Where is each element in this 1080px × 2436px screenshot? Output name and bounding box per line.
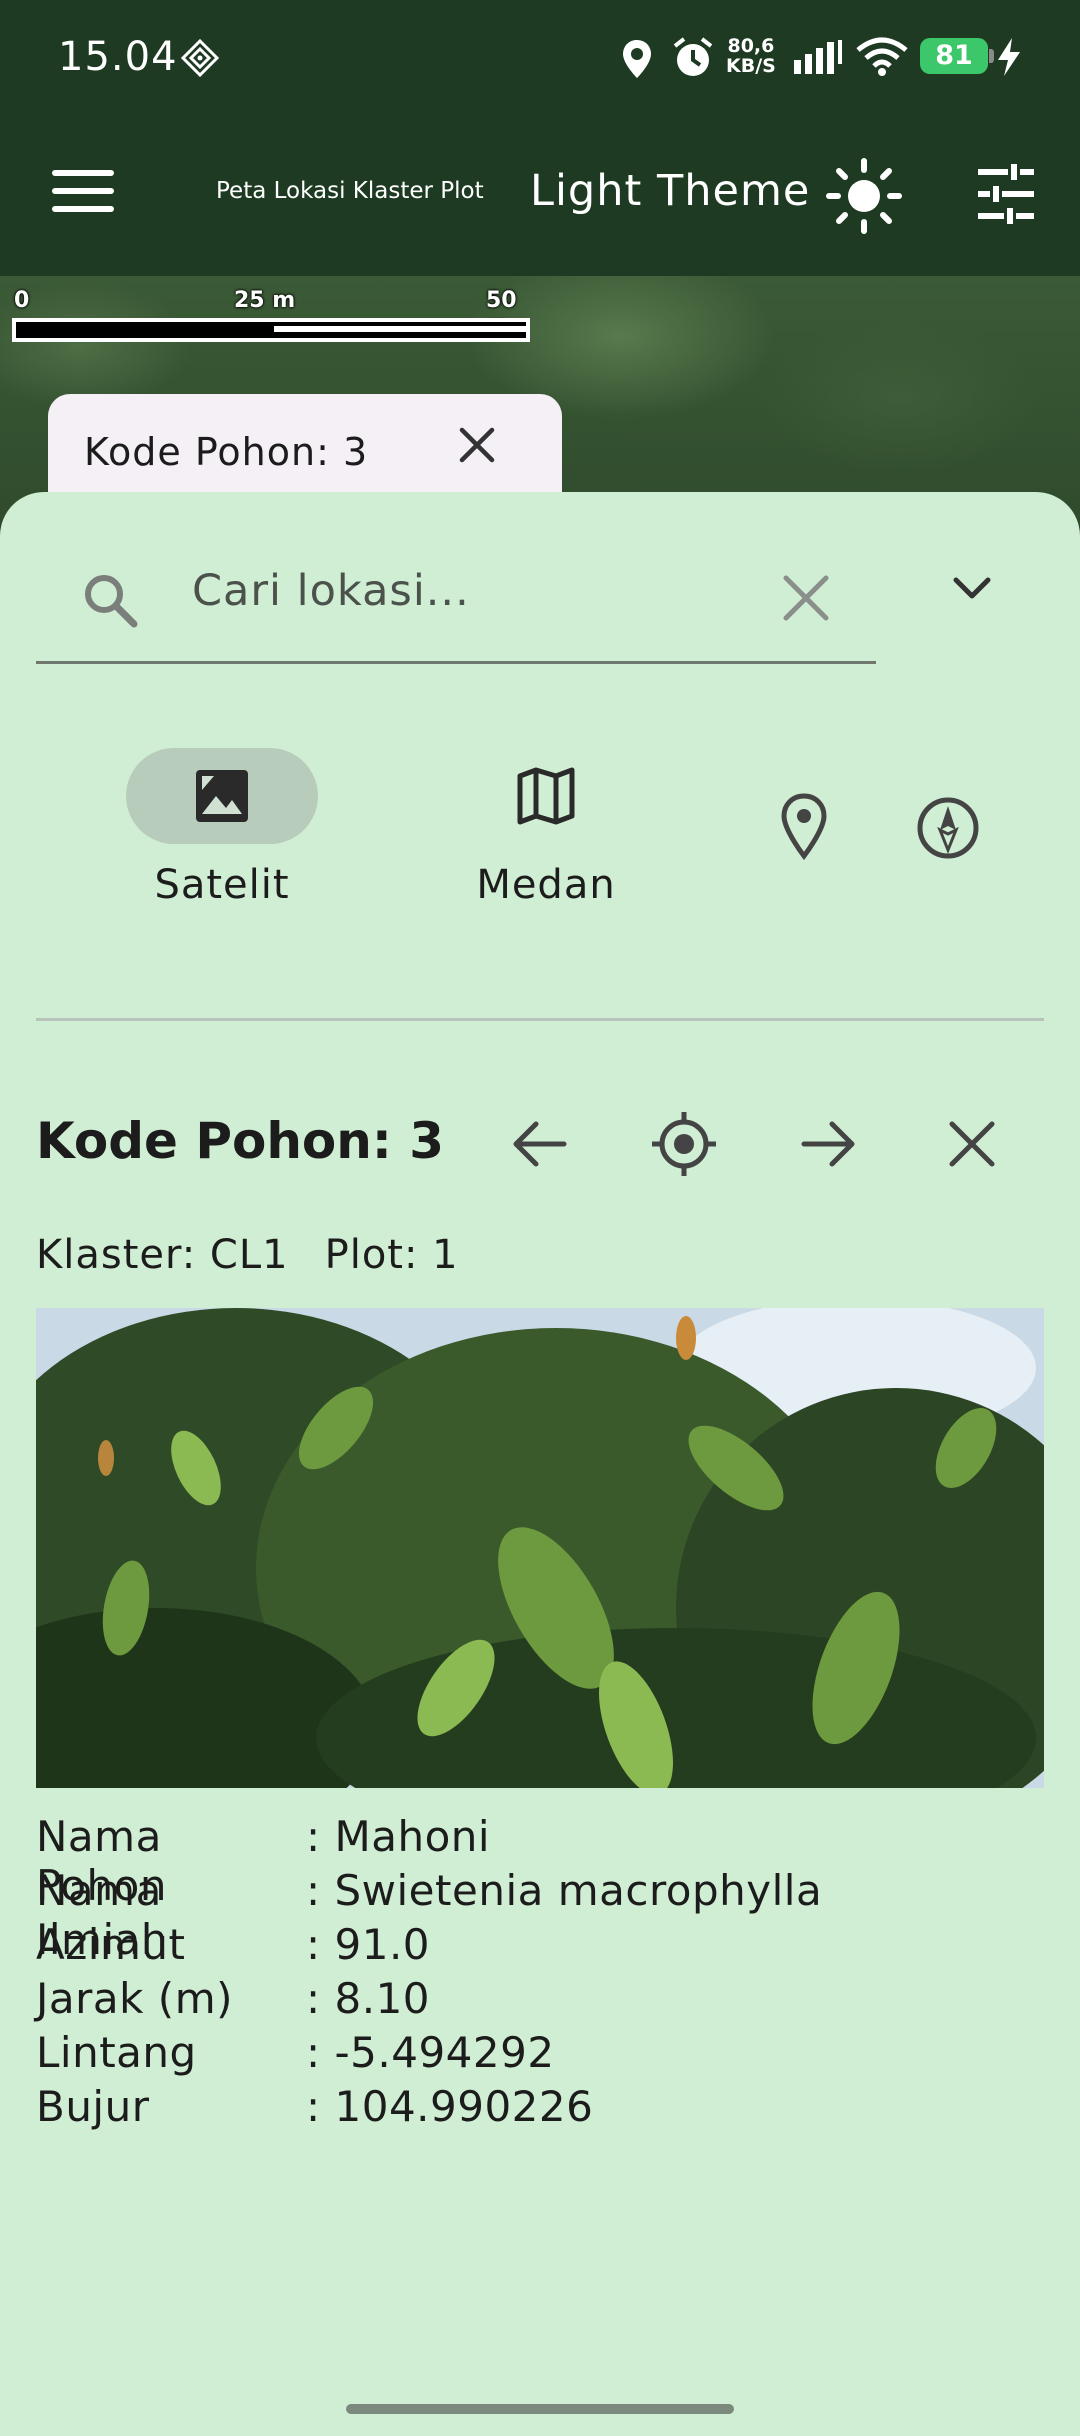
info-key: Nama Ilmiah	[36, 1866, 168, 1964]
cluster-plot-info: Klaster: CL1 Plot: 1	[36, 1232, 495, 1278]
info-key: Nama Pohon	[36, 1812, 167, 1910]
info-key: Lintang	[36, 2028, 197, 2077]
info-key: Jarak (m)	[36, 1974, 233, 2023]
info-value: : Mahoni	[306, 1812, 491, 1861]
status-time: 15.04	[58, 34, 178, 80]
info-value: : -5.494292	[306, 2028, 555, 2077]
net-speed-value: 80,6	[727, 35, 775, 57]
compass-icon[interactable]	[912, 792, 984, 864]
arrow-left-icon[interactable]	[506, 1110, 574, 1178]
info-value: : Swietenia macrophylla	[306, 1866, 823, 1915]
scale-label-25: 25 m	[234, 288, 296, 313]
maptype-medan-button[interactable]: Medan	[446, 748, 646, 908]
info-row-nama-ilmiah: Nama Ilmiah : Swietenia macrophylla	[36, 1866, 823, 1964]
clear-search-icon[interactable]	[776, 568, 836, 628]
scale-label-0: 0	[14, 288, 30, 313]
net-speed-unit: KB/S	[726, 55, 776, 77]
net-speed: 80,6 KB/S	[726, 36, 776, 76]
info-key: Azimut	[36, 1920, 186, 1969]
search-icon	[85, 575, 138, 628]
tree-detail-title: Kode Pohon: 3	[36, 1112, 445, 1170]
tune-icon[interactable]	[974, 162, 1038, 226]
tree-info-list: Nama Pohon : Mahoni Nama Ilmiah : Swieteni…	[36, 1812, 822, 2136]
maptype-pill-medan[interactable]	[450, 748, 642, 844]
close-icon[interactable]	[938, 1110, 1006, 1178]
search-bar	[36, 528, 876, 664]
pin-icon[interactable]	[770, 792, 838, 860]
chevron-down-icon[interactable]	[944, 560, 1000, 616]
info-row-bujur: Bujur : 104.990226	[36, 2082, 822, 2136]
cluster-label: Klaster: CL1	[36, 1232, 289, 1278]
alarm-icon	[673, 37, 713, 76]
theme-label[interactable]: Light Theme	[530, 166, 810, 216]
maptype-satelit-button[interactable]: Satelit	[122, 748, 322, 908]
info-value: : 91.0	[306, 1920, 431, 1969]
location-icon	[623, 40, 651, 78]
app-header: 15.04 80,6 KB/S 81 Peta Lokasi Klaster P…	[0, 0, 1080, 276]
maptype-label-medan: Medan	[476, 862, 616, 908]
sun-icon[interactable]	[826, 158, 902, 234]
battery-indicator: 81	[920, 38, 994, 74]
info-key: Bujur	[36, 2082, 150, 2131]
tree-photo	[36, 1308, 1044, 1788]
gps-icon[interactable]	[650, 1110, 718, 1178]
info-row-jarak: Jarak (m) : 8.10	[36, 1974, 822, 2028]
arrow-right-icon[interactable]	[794, 1110, 862, 1178]
info-value: : 104.990226	[306, 2082, 594, 2131]
info-row-lintang: Lintang : -5.494292	[36, 2028, 822, 2082]
scale-bar	[12, 318, 530, 342]
home-indicator[interactable]	[346, 2404, 734, 2414]
plot-label: Plot: 1	[324, 1232, 459, 1278]
tree-marker-chip[interactable]: Kode Pohon: 3	[48, 394, 562, 504]
app-title: Peta Lokasi Klaster Plot	[216, 178, 484, 204]
close-icon[interactable]	[452, 420, 502, 470]
maptype-label-satelit: Satelit	[154, 862, 290, 908]
info-value: : 8.10	[306, 1974, 431, 2023]
search-input[interactable]	[192, 556, 792, 626]
signal-icon	[794, 40, 842, 74]
wifi-icon	[856, 37, 908, 76]
diamond-icon	[180, 38, 220, 78]
map-icon	[517, 767, 575, 825]
maptype-pill-satelit[interactable]	[126, 748, 318, 844]
chip-label: Kode Pohon: 3	[84, 430, 369, 474]
info-row-nama-pohon: Nama Pohon : Mahoni	[36, 1812, 822, 1910]
image-icon	[196, 770, 248, 822]
menu-icon[interactable]	[52, 170, 114, 214]
charging-icon	[998, 38, 1020, 76]
bottom-sheet: Satelit Medan Kode Pohon: 3 Klaster: CL	[0, 492, 1080, 2436]
section-divider	[36, 1018, 1044, 1021]
info-row-azimut: Azimut : 91.0	[36, 1920, 822, 1974]
